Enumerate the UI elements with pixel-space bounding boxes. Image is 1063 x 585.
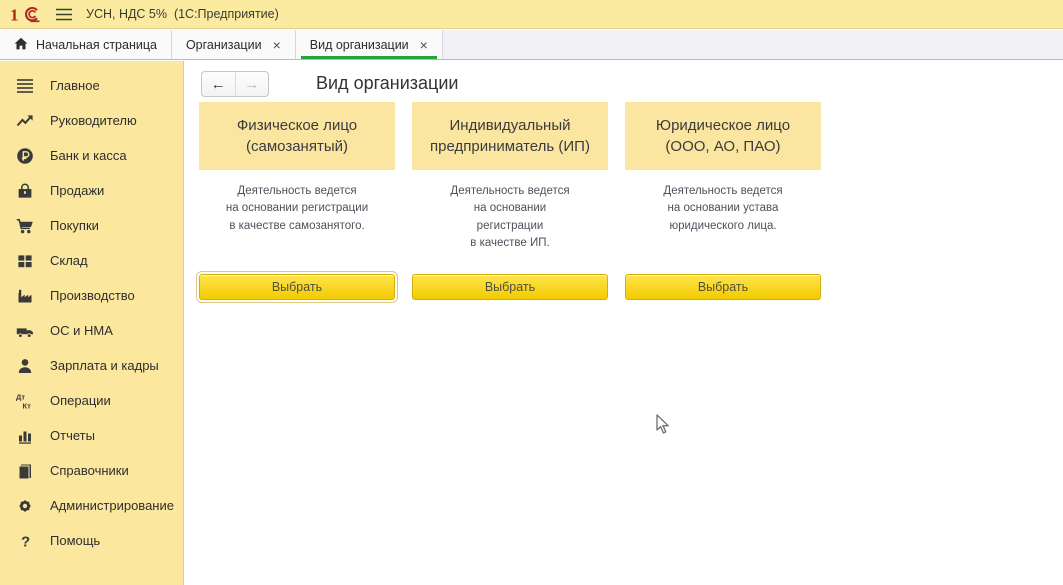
sidebar-item-fixed-assets[interactable]: ОС и НМА bbox=[0, 313, 183, 348]
svg-text:?: ? bbox=[21, 533, 30, 550]
sidebar-item-label: Главное bbox=[50, 78, 100, 93]
main-menu-button[interactable] bbox=[55, 8, 73, 21]
sidebar-item-production[interactable]: Производство bbox=[0, 278, 183, 313]
sidebar-item-operations[interactable]: Дт Кт Операции bbox=[0, 383, 183, 418]
dt-kt-icon: Дт Кт bbox=[15, 391, 35, 411]
choose-button-legal-entity[interactable]: Выбрать bbox=[625, 274, 821, 300]
tab-close-icon[interactable]: × bbox=[420, 38, 428, 52]
question-icon: ? bbox=[15, 531, 35, 551]
sidebar-item-administration[interactable]: Администрирование bbox=[0, 488, 183, 523]
sidebar-item-salary-hr[interactable]: Зарплата и кадры bbox=[0, 348, 183, 383]
tab-bar: Начальная страница Организации × Вид орг… bbox=[0, 30, 1063, 60]
svg-text:Кт: Кт bbox=[23, 401, 32, 410]
sidebar-item-purchases[interactable]: Покупки bbox=[0, 208, 183, 243]
choose-button-self-employed[interactable]: Выбрать bbox=[199, 274, 395, 300]
home-icon bbox=[14, 37, 28, 53]
person-icon bbox=[15, 356, 35, 376]
sidebar-item-label: Покупки bbox=[50, 218, 99, 233]
sidebar-item-label: ОС и НМА bbox=[50, 323, 113, 338]
tab-home[interactable]: Начальная страница bbox=[0, 30, 172, 59]
ruble-circle-icon bbox=[15, 146, 35, 166]
sidebar: Главное Руководителю Банк и касса bbox=[0, 61, 184, 585]
1c-logo: 1 bbox=[10, 4, 42, 24]
bar-chart-icon bbox=[15, 426, 35, 446]
app-window: 1 УСН, НДС 5% (1С:Предприятие) bbox=[0, 0, 1063, 585]
truck-icon bbox=[15, 321, 35, 341]
sidebar-item-label: Производство bbox=[50, 288, 135, 303]
sidebar-item-label: Операции bbox=[50, 393, 111, 408]
sidebar-item-main[interactable]: Главное bbox=[0, 68, 183, 103]
sidebar-item-warehouse[interactable]: Склад bbox=[0, 243, 183, 278]
main-content: ← → Вид организации Физическое лицо (сам… bbox=[185, 61, 1063, 585]
choose-button-wrap: Выбрать bbox=[412, 274, 608, 300]
menu-lines-icon bbox=[15, 76, 35, 96]
tab-label: Организации bbox=[186, 38, 262, 52]
sidebar-item-label: Банк и касса bbox=[50, 148, 127, 163]
back-button[interactable]: ← bbox=[202, 72, 236, 96]
choose-button-entrepreneur[interactable]: Выбрать bbox=[412, 274, 608, 300]
sidebar-item-label: Зарплата и кадры bbox=[50, 358, 159, 373]
organization-type-options: Физическое лицо (самозанятый) Деятельнос… bbox=[199, 102, 821, 300]
factory-icon bbox=[15, 286, 35, 306]
svg-text:1: 1 bbox=[10, 6, 19, 25]
app-title: УСН, НДС 5% (1С:Предприятие) bbox=[86, 7, 279, 21]
sidebar-item-manager[interactable]: Руководителю bbox=[0, 103, 183, 138]
titlebar: 1 УСН, НДС 5% (1С:Предприятие) bbox=[0, 0, 1063, 29]
option-card-title: Индивидуальный предприниматель (ИП) bbox=[412, 102, 608, 170]
tab-organization-type[interactable]: Вид организации × bbox=[296, 30, 443, 59]
tab-label: Вид организации bbox=[310, 38, 409, 52]
forward-button[interactable]: → bbox=[236, 72, 269, 96]
sidebar-item-label: Справочники bbox=[50, 463, 129, 478]
option-description: Деятельность ведется на основании регист… bbox=[412, 183, 608, 262]
sidebar-item-bank-cash[interactable]: Банк и касса bbox=[0, 138, 183, 173]
grid-icon bbox=[15, 251, 35, 271]
bag-icon bbox=[15, 181, 35, 201]
tab-close-icon[interactable]: × bbox=[273, 38, 281, 52]
option-card-title: Юридическое лицо (ООО, АО, ПАО) bbox=[625, 102, 821, 170]
sidebar-item-label: Помощь bbox=[50, 533, 100, 548]
books-icon bbox=[15, 461, 35, 481]
option-card-title: Физическое лицо (самозанятый) bbox=[199, 102, 395, 170]
sidebar-item-label: Склад bbox=[50, 253, 88, 268]
sidebar-item-reports[interactable]: Отчеты bbox=[0, 418, 183, 453]
sidebar-item-label: Продажи bbox=[50, 183, 104, 198]
option-description: Деятельность ведется на основании устава… bbox=[625, 183, 821, 262]
mouse-cursor bbox=[656, 414, 670, 440]
svg-text:Дт: Дт bbox=[16, 392, 25, 401]
option-column-self-employed: Физическое лицо (самозанятый) Деятельнос… bbox=[199, 102, 395, 300]
sidebar-item-label: Администрирование bbox=[50, 498, 174, 513]
tab-label: Начальная страница bbox=[36, 38, 157, 52]
tab-organizations[interactable]: Организации × bbox=[172, 30, 296, 59]
option-description: Деятельность ведется на основании регист… bbox=[199, 183, 395, 262]
sidebar-item-directories[interactable]: Справочники bbox=[0, 453, 183, 488]
trend-arrow-icon bbox=[15, 111, 35, 131]
option-column-entrepreneur: Индивидуальный предприниматель (ИП) Деят… bbox=[412, 102, 608, 300]
sidebar-item-label: Руководителю bbox=[50, 113, 137, 128]
sidebar-item-sales[interactable]: Продажи bbox=[0, 173, 183, 208]
cart-icon bbox=[15, 216, 35, 236]
choose-button-wrap: Выбрать bbox=[625, 274, 821, 300]
gear-icon bbox=[15, 496, 35, 516]
sidebar-item-label: Отчеты bbox=[50, 428, 95, 443]
option-column-legal-entity: Юридическое лицо (ООО, АО, ПАО) Деятельн… bbox=[625, 102, 821, 300]
sidebar-item-help[interactable]: ? Помощь bbox=[0, 523, 183, 558]
history-nav: ← → bbox=[201, 71, 269, 97]
choose-button-wrap: Выбрать bbox=[199, 274, 395, 300]
page-title: Вид организации bbox=[316, 73, 458, 94]
